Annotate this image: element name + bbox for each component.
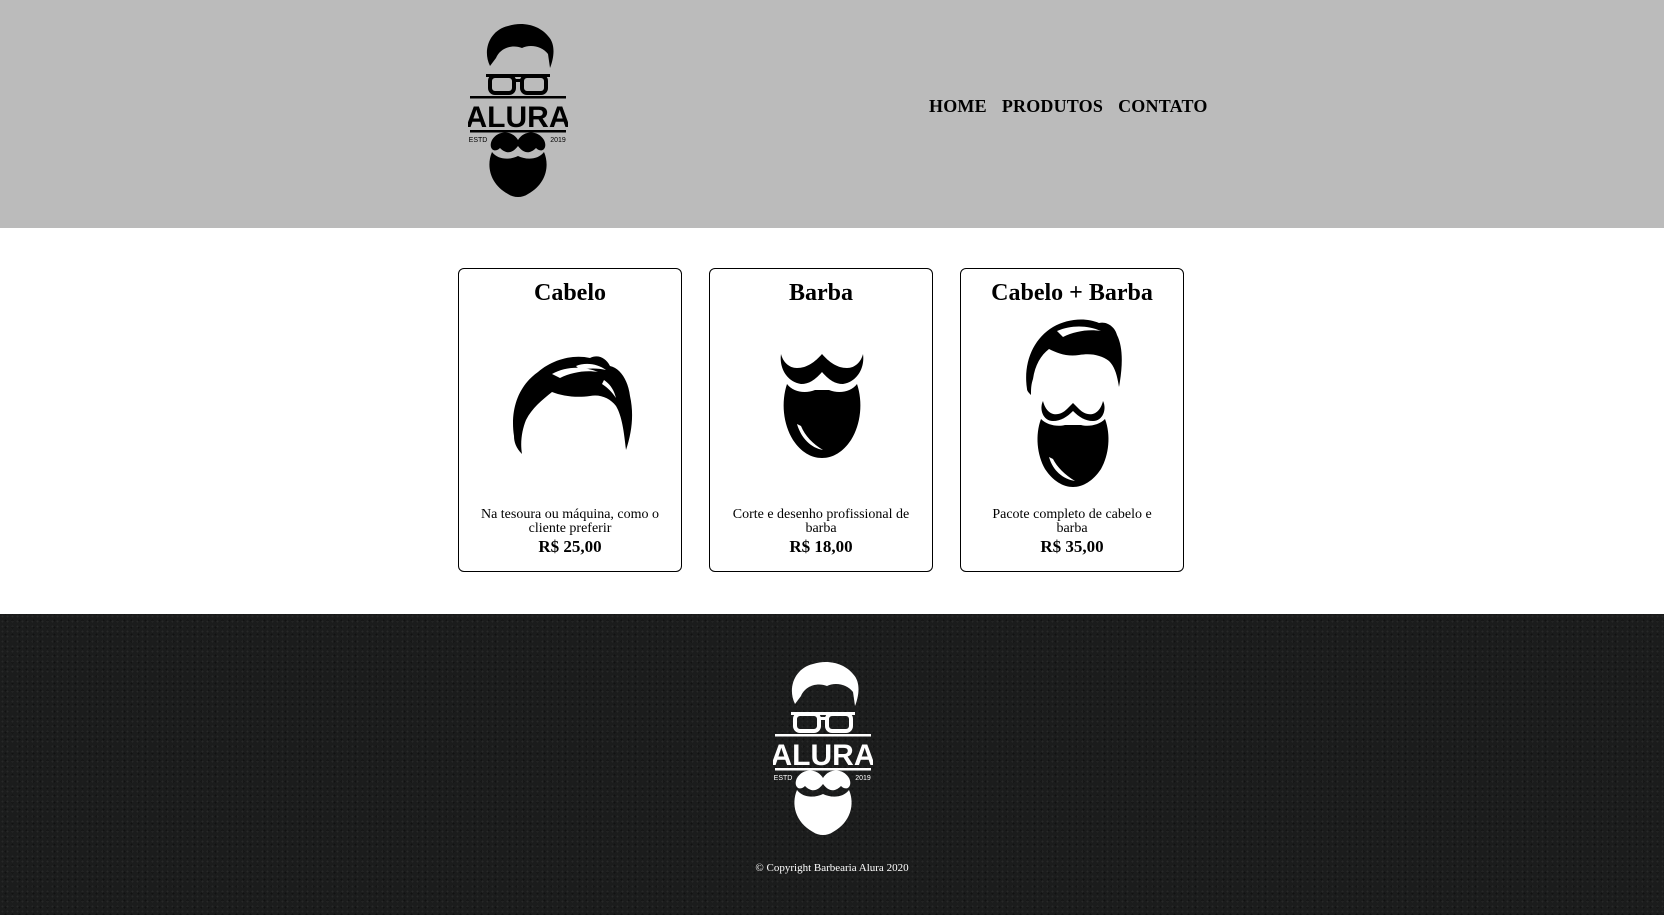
product-price: R$ 25,00: [538, 537, 602, 556]
nav-contato-link[interactable]: CONTATO: [1118, 96, 1207, 117]
product-title: Cabelo: [534, 280, 606, 306]
product-description: Pacote completo de cabelo e barba: [992, 507, 1152, 536]
nav-home-link[interactable]: HOME: [929, 96, 987, 117]
product-description: Na tesoura ou máquina, como o cliente pr…: [480, 507, 660, 536]
product-card-cabelo: Cabelo Na tesoura ou máquina, como o cli…: [458, 268, 682, 572]
product-title: Barba: [788, 280, 853, 306]
product-description: Corte e desenho profissional de barba: [732, 507, 910, 536]
product-price: R$ 18,00: [789, 537, 853, 556]
svg-text:2019: 2019: [550, 137, 566, 144]
site-footer: ALURA ESTD 2019 © Copyright Barbearia Al…: [0, 614, 1664, 915]
alura-logo-icon[interactable]: ALURA ESTD 2019: [468, 22, 568, 198]
svg-text:ESTD: ESTD: [774, 775, 793, 782]
svg-text:2019: 2019: [855, 775, 871, 782]
beard-icon: [710, 317, 934, 487]
hair-icon: [459, 317, 683, 487]
copyright-text: © Copyright Barbearia Alura 2020: [755, 862, 909, 874]
nav-produtos-link[interactable]: PRODUTOS: [1002, 96, 1103, 117]
svg-text:ESTD: ESTD: [469, 137, 488, 144]
main-nav: HOME PRODUTOS CONTATO: [929, 96, 1208, 117]
alura-logo-icon[interactable]: ALURA ESTD 2019: [773, 660, 873, 836]
product-card-cabelo-barba: Cabelo + Barba Pacote completo de cabelo…: [960, 268, 1184, 572]
products-section: Cabelo Na tesoura ou máquina, como o cli…: [0, 228, 1664, 614]
product-card-barba: Barba Corte e desenho profissional de ba…: [709, 268, 933, 572]
svg-text:ALURA: ALURA: [468, 101, 568, 134]
product-price: R$ 35,00: [1040, 537, 1104, 556]
svg-text:ALURA: ALURA: [773, 739, 873, 772]
hair-and-beard-icon: [961, 317, 1185, 487]
site-header: ALURA ESTD 2019 HOME PRODUTOS CONTATO: [0, 0, 1664, 228]
product-title: Cabelo + Barba: [991, 280, 1153, 306]
